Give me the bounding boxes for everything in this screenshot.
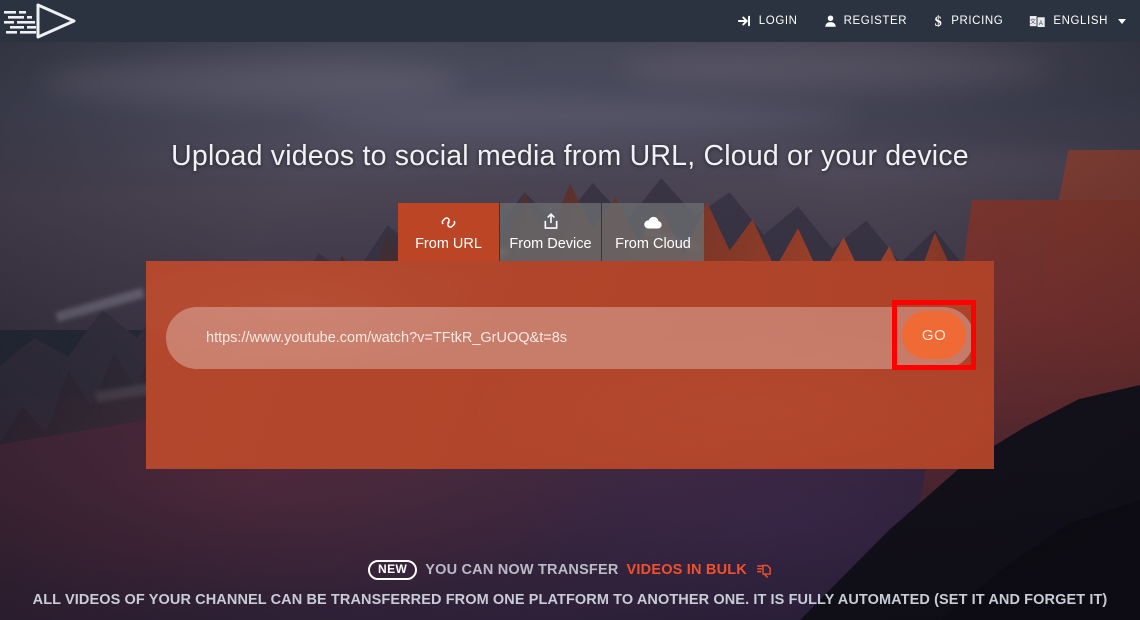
tab-from-cloud[interactable]: From Cloud — [602, 203, 704, 261]
nav-language-selector[interactable]: 文 A ENGLISH — [1029, 14, 1126, 29]
cloud-icon — [643, 213, 663, 230]
page-title: Upload videos to social media from URL, … — [171, 140, 969, 172]
link-icon — [440, 213, 457, 230]
tab-from-device[interactable]: From Device — [500, 203, 602, 261]
tab-from-device-label: From Device — [509, 235, 592, 252]
promo-banner-line1: NEW YOU CAN NOW TRANSFER VIDEOS IN BULK — [0, 557, 1140, 583]
tab-from-cloud-label: From Cloud — [615, 235, 691, 252]
url-input[interactable] — [166, 307, 974, 369]
promo-banner: NEW YOU CAN NOW TRANSFER VIDEOS IN BULK … — [0, 557, 1140, 620]
nav-login-label: LOGIN — [758, 15, 798, 27]
nav-language-label: ENGLISH — [1053, 15, 1108, 27]
chevron-down-icon — [1118, 18, 1126, 24]
translate-icon: 文 A — [1029, 14, 1046, 29]
user-icon — [824, 14, 837, 28]
nav-pricing-label: PRICING — [951, 15, 1004, 27]
tab-from-url-label: From URL — [415, 235, 482, 252]
nav-register-label: REGISTER — [843, 15, 908, 27]
go-button[interactable]: GO — [902, 311, 966, 359]
bulk-transfer-icon — [757, 563, 772, 578]
source-tabs: From URL From Device From Cloud — [398, 203, 704, 261]
new-badge: NEW — [368, 559, 418, 581]
upload-box-icon — [543, 212, 559, 230]
login-arrow-icon — [737, 14, 752, 28]
promo-banner-line2: ALL VIDEOS OF YOUR CHANNEL CAN BE TRANSF… — [32, 592, 1108, 608]
top-navbar: LOGIN REGISTER $ PRICING 文 A ENGLISH — [0, 0, 1140, 42]
nav-pricing-button[interactable]: $ PRICING — [933, 13, 1003, 29]
navbar-links: LOGIN REGISTER $ PRICING 文 A ENGLISH — [737, 0, 1140, 42]
nav-register-button[interactable]: REGISTER — [824, 14, 908, 28]
promo-banner-accent[interactable]: VIDEOS IN BULK — [627, 562, 747, 578]
dollar-icon: $ — [933, 13, 944, 29]
fast-play-logo[interactable] — [4, 0, 88, 42]
page-root: LOGIN REGISTER $ PRICING 文 A ENGLISH Upl… — [0, 0, 1140, 620]
promo-banner-text: YOU CAN NOW TRANSFER — [425, 562, 619, 578]
url-upload-panel: Insert your video link here and press GO… — [146, 261, 994, 469]
svg-text:A: A — [1039, 20, 1043, 26]
svg-text:文: 文 — [1030, 17, 1036, 25]
nav-login-button[interactable]: LOGIN — [737, 14, 798, 28]
tab-from-url[interactable]: From URL — [398, 203, 500, 261]
svg-text:$: $ — [935, 14, 943, 29]
